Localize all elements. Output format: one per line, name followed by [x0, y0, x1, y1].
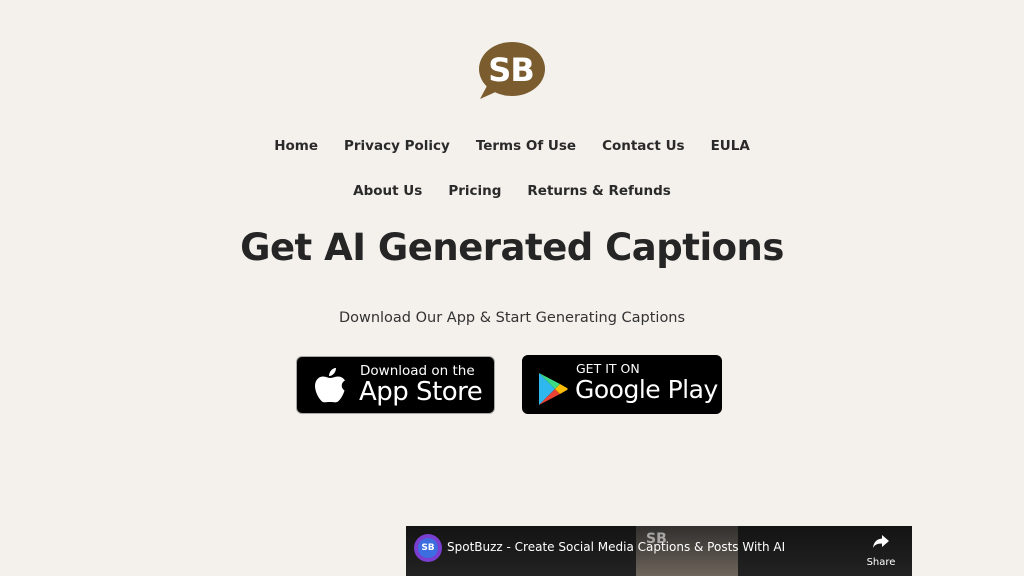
share-arrow-icon [873, 535, 889, 548]
spotbuzz-logo[interactable]: SB [478, 40, 546, 100]
channel-badge: SB [418, 538, 438, 558]
page: SB Home Privacy Policy Terms Of Use Cont… [0, 0, 1024, 576]
nav-terms-of-use[interactable]: Terms Of Use [463, 137, 589, 155]
google-play-button[interactable]: GET IT ON Google Play [522, 355, 722, 414]
logo-text: SB [488, 51, 534, 89]
video-title[interactable]: SpotBuzz - Create Social Media Captions … [447, 540, 785, 554]
nav-home[interactable]: Home [261, 137, 331, 155]
google-play-icon [539, 373, 568, 405]
nav-contact-us[interactable]: Contact Us [589, 137, 698, 155]
channel-avatar[interactable]: SB [414, 534, 442, 562]
share-button[interactable]: Share [861, 534, 901, 568]
google-play-big-text: Google Play [575, 375, 718, 404]
hero-subline: Download Our App & Start Generating Capt… [338, 310, 686, 326]
main-nav-row-2: About Us Pricing Returns & Refunds [0, 182, 1024, 200]
app-store-big-text: App Store [359, 377, 483, 407]
main-nav-row-1: Home Privacy Policy Terms Of Use Contact… [0, 137, 1024, 155]
youtube-video-embed[interactable]: SB SpotBuzz - Create Social Media Captio… [406, 526, 912, 576]
nav-eula[interactable]: EULA [698, 137, 763, 155]
apple-icon [315, 368, 345, 403]
google-play-small-text: GET IT ON [576, 361, 640, 376]
hero-headline: Get AI Generated Captions [240, 226, 784, 269]
app-store-button[interactable]: Download on the App Store [296, 356, 495, 414]
nav-about-us[interactable]: About Us [340, 182, 435, 200]
video-watermark: SB [646, 531, 667, 547]
share-label: Share [866, 557, 896, 568]
nav-pricing[interactable]: Pricing [435, 182, 514, 200]
nav-returns-refunds[interactable]: Returns & Refunds [514, 182, 683, 200]
nav-privacy-policy[interactable]: Privacy Policy [331, 137, 463, 155]
